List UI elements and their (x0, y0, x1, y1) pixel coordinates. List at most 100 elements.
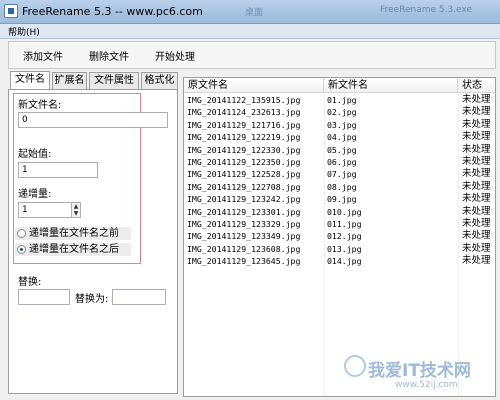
table-row[interactable]: IMG_20141129_122528.jpg 07.jpg 未处理 (184, 168, 495, 180)
new-filename-cell: 013.jpg (327, 243, 362, 254)
original-filename-cell: IMG_20141124_232613.jpg (187, 107, 301, 118)
app-icon (4, 4, 18, 18)
table-row[interactable]: IMG_20141122_135915.jpg 01.jpg 未处理 (184, 94, 495, 106)
original-filename-cell: IMG_20141129_122350.jpg (187, 156, 301, 167)
radio-step-before-label: 递增量在文件名之前 (29, 228, 119, 239)
original-filename-cell: IMG_20141129_123608.jpg (187, 243, 301, 254)
table-row[interactable]: IMG_20141124_232613.jpg 02.jpg 未处理 (184, 106, 495, 118)
status-cell: 未处理 (462, 118, 491, 130)
delete-file-button[interactable]: 删除文件 (89, 48, 129, 63)
new-filename-cell: 01.jpg (327, 95, 357, 105)
status-cell: 未处理 (462, 155, 491, 167)
spin-down-icon[interactable]: ▼ (72, 210, 80, 217)
step-label: 递增量: (18, 189, 52, 200)
watermark-url: www.52ij.com (395, 380, 458, 390)
radio-step-after-label: 递增量在文件名之后 (29, 244, 119, 255)
start-value-input[interactable] (18, 162, 98, 178)
new-filename-cell: 06.jpg (327, 156, 357, 167)
status-cell: 未处理 (462, 255, 491, 267)
status-cell: 未处理 (462, 180, 491, 192)
new-filename-cell: 04.jpg (327, 132, 357, 143)
menu-bar: 帮助(H) (0, 24, 500, 39)
spin-up-icon[interactable]: ▲ (72, 203, 80, 210)
table-row[interactable]: IMG_20141129_122219.jpg 04.jpg 未处理 (184, 131, 495, 143)
watermark-text: 我爱IT技术网 (368, 361, 471, 381)
table-row[interactable]: IMG_20141129_122350.jpg 06.jpg 未处理 (184, 155, 495, 168)
new-filename-cell: 014.jpg (327, 256, 362, 267)
replace-label: 替换: (18, 277, 42, 288)
original-filename-cell: IMG_20141129_123349.jpg (187, 231, 301, 242)
new-filename-cell: 03.jpg (327, 119, 357, 130)
tab-filename[interactable]: 文件名 (10, 71, 50, 89)
new-filename-cell: 011.jpg (327, 218, 362, 229)
replace-input[interactable] (18, 289, 70, 305)
radio-step-after[interactable]: 递增量在文件名之后 (15, 243, 131, 256)
radio-circle-icon (17, 229, 26, 238)
new-filename-cell: 09.jpg (327, 194, 357, 205)
original-filename-cell: IMG_20141129_122330.jpg (187, 144, 301, 155)
step-input[interactable] (18, 202, 72, 218)
toolbar: 添加文件 删除文件 开始处理 (8, 41, 496, 69)
status-cell: 未处理 (462, 106, 491, 118)
step-spinner[interactable]: ▲ ▼ (71, 202, 81, 218)
original-filename-cell: IMG_20141129_123301.jpg (187, 206, 301, 217)
status-cell: 未处理 (462, 205, 491, 217)
status-cell: 未处理 (462, 94, 491, 105)
title-bar[interactable]: FreeRename 5.3 -- www.pc6.com 桌面 FreeRen… (0, 0, 500, 24)
original-filename-cell: IMG_20141129_122528.jpg (187, 169, 301, 180)
status-cell: 未处理 (462, 193, 491, 205)
original-filename-cell: IMG_20141129_122219.jpg (187, 132, 301, 143)
start-value-label: 起始值: (18, 149, 52, 160)
new-filename-cell: 010.jpg (327, 206, 362, 217)
table-row[interactable]: IMG_20141129_121716.jpg 03.jpg 未处理 (184, 118, 495, 131)
column-header-new[interactable]: 新文件名 (324, 78, 458, 93)
replace-with-label: 替换为: (75, 294, 109, 305)
column-header-status[interactable]: 状态 (458, 78, 495, 93)
original-filename-cell: IMG_20141129_123645.jpg (187, 256, 301, 267)
new-name-label: 新文件名: (18, 100, 62, 111)
status-cell: 未处理 (462, 230, 491, 242)
menu-help[interactable]: 帮助(H) (8, 25, 40, 38)
replace-with-input[interactable] (112, 289, 166, 305)
tab-attributes[interactable]: 文件属性 (89, 72, 139, 89)
watermark-logo-icon (344, 355, 366, 377)
new-filename-cell: 08.jpg (327, 181, 357, 192)
background-window-title: FreeRename 5.3.exe (380, 5, 473, 15)
status-cell: 未处理 (462, 168, 491, 180)
column-header-original[interactable]: 原文件名 (184, 78, 324, 93)
status-cell: 未处理 (462, 242, 491, 254)
add-file-button[interactable]: 添加文件 (23, 48, 63, 63)
background-window-title: 桌面 (245, 8, 264, 18)
tab-extension[interactable]: 扩展名 (52, 72, 87, 89)
table-row[interactable]: IMG_20141129_123301.jpg 010.jpg 未处理 (184, 205, 495, 218)
status-cell: 未处理 (462, 131, 491, 143)
original-filename-cell: IMG_20141129_123242.jpg (187, 194, 301, 205)
window-title: FreeRename 5.3 -- www.pc6.com (22, 5, 203, 18)
table-header: 原文件名 新文件名 状态 (184, 78, 495, 93)
start-process-button[interactable]: 开始处理 (155, 48, 195, 63)
original-filename-cell: IMG_20141129_122708.jpg (187, 181, 301, 192)
file-list-table[interactable]: 原文件名 新文件名 状态 IMG_20141122_135915.jpg 01.j… (183, 77, 496, 397)
original-filename-cell: IMG_20141129_121716.jpg (187, 119, 301, 130)
table-row[interactable]: IMG_20141129_123645.jpg 014.jpg 未处理 (184, 255, 495, 267)
table-row[interactable]: IMG_20141129_122330.jpg 05.jpg 未处理 (184, 143, 495, 156)
tab-content: 新文件名: 起始值: 递增量: ▲ ▼ 递增量在文件名之前 递增量在文件名之后 … (8, 89, 178, 394)
original-filename-cell: IMG_20141122_135915.jpg (187, 95, 301, 105)
status-cell: 未处理 (462, 143, 491, 155)
new-name-input[interactable] (18, 112, 168, 128)
radio-checked-icon (17, 245, 26, 254)
status-cell: 未处理 (462, 217, 491, 229)
settings-panel: 文件名 扩展名 文件属性 格式化 新文件名: 起始值: 递增量: ▲ ▼ 递增量… (8, 71, 178, 397)
original-filename-cell: IMG_20141129_123329.jpg (187, 218, 301, 229)
table-row[interactable]: IMG_20141129_123329.jpg 011.jpg 未处理 (184, 217, 495, 230)
tab-format[interactable]: 格式化 (141, 72, 178, 89)
table-row[interactable]: IMG_20141129_123608.jpg 013.jpg 未处理 (184, 242, 495, 255)
table-body: IMG_20141122_135915.jpg 01.jpg 未处理 IMG_2014… (184, 94, 495, 267)
new-filename-cell: 012.jpg (327, 231, 362, 242)
new-filename-cell: 05.jpg (327, 144, 357, 155)
new-filename-cell: 07.jpg (327, 169, 357, 180)
table-row[interactable]: IMG_20141129_122708.jpg 08.jpg 未处理 (184, 180, 495, 193)
table-row[interactable]: IMG_20141129_123349.jpg 012.jpg 未处理 (184, 230, 495, 242)
radio-step-before[interactable]: 递增量在文件名之前 (15, 227, 131, 240)
table-row[interactable]: IMG_20141129_123242.jpg 09.jpg 未处理 (184, 193, 495, 205)
